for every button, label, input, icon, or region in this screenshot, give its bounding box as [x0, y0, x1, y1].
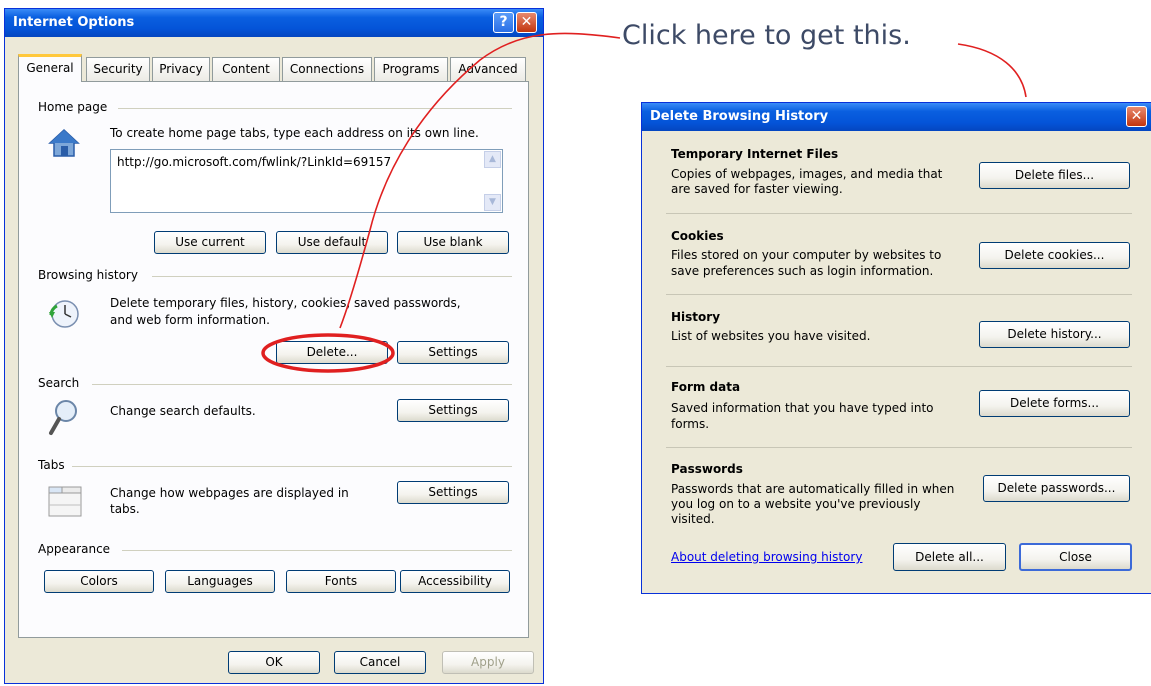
form-data-description-line1: Saved information that you have typed in… [671, 401, 934, 415]
languages-button[interactable]: Languages [165, 570, 275, 593]
home-page-url-text: http://go.microsoft.com/fwlink/?LinkId=6… [117, 155, 392, 169]
history-clock-icon [49, 300, 79, 328]
temp-files-description-line2: are saved for faster viewing. [671, 182, 843, 196]
passwords-description-line3: visited. [671, 512, 715, 526]
tabs-settings-button[interactable]: Settings [397, 481, 509, 504]
use-current-button[interactable]: Use current [154, 231, 266, 254]
temp-files-description-line1: Copies of webpages, images, and media th… [671, 167, 943, 181]
about-deleting-history-link[interactable]: About deleting browsing history [671, 550, 862, 564]
tab-label: Security [93, 62, 143, 76]
delete-dialog-title: Delete Browsing History [650, 109, 829, 124]
callout-text: Click here to get this. [622, 20, 911, 51]
tabs-window-icon [48, 486, 82, 517]
section-divider [666, 447, 1132, 448]
search-heading: Search [38, 376, 80, 390]
close-icon[interactable]: ✕ [1126, 106, 1147, 127]
browsing-history-heading: Browsing history [38, 268, 138, 282]
history-description-line1: List of websites you have visited. [671, 329, 871, 343]
form-data-description-line2: forms. [671, 417, 710, 431]
search-settings-button[interactable]: Settings [397, 399, 509, 422]
browsing-history-description-line2: and web form information. [110, 313, 270, 327]
tab-content[interactable]: Content [212, 57, 280, 81]
passwords-description-line2: you log on to a website you've previousl… [671, 497, 921, 511]
delete-files-button[interactable]: Delete files... [979, 162, 1130, 189]
home-icon [48, 128, 80, 157]
delete-cookies-button[interactable]: Delete cookies... [979, 242, 1130, 269]
tab-general[interactable]: General [18, 54, 82, 82]
passwords-description-line1: Passwords that are automatically filled … [671, 482, 955, 496]
red-highlight-ellipse [261, 333, 395, 373]
tab-advanced[interactable]: Advanced [450, 57, 526, 81]
colors-button[interactable]: Colors [44, 570, 154, 593]
group-divider [118, 108, 512, 109]
delete-forms-button[interactable]: Delete forms... [979, 390, 1130, 417]
tab-security[interactable]: Security [86, 57, 150, 81]
ok-button[interactable]: OK [228, 651, 320, 674]
tabs-description-line1: Change how webpages are displayed in [110, 486, 349, 500]
delete-passwords-button[interactable]: Delete passwords... [983, 475, 1130, 502]
tabs-description-line2: tabs. [110, 502, 140, 516]
tab-connections[interactable]: Connections [282, 57, 372, 81]
search-description: Change search defaults. [110, 404, 256, 418]
close-button[interactable]: Close [1019, 543, 1132, 571]
delete-dialog-titlebar[interactable]: Delete Browsing History ✕ [642, 103, 1151, 131]
home-page-url-field[interactable]: http://go.microsoft.com/fwlink/?LinkId=6… [110, 149, 503, 213]
group-divider [72, 466, 512, 467]
scrollbar-up-icon[interactable]: ▲ [484, 151, 501, 168]
scrollbar-down-icon[interactable]: ▼ [484, 194, 501, 211]
fonts-button[interactable]: Fonts [286, 570, 396, 593]
internet-options-titlebar[interactable]: Internet Options ? ✕ [5, 9, 543, 37]
apply-button[interactable]: Apply [442, 651, 534, 674]
appearance-heading: Appearance [38, 542, 111, 556]
close-icon[interactable]: ✕ [516, 12, 537, 33]
temp-files-heading: Temporary Internet Files [671, 147, 839, 161]
window-title: Internet Options [13, 15, 135, 30]
passwords-heading: Passwords [671, 462, 743, 476]
section-divider [666, 213, 1132, 214]
help-icon[interactable]: ? [493, 12, 514, 33]
cookies-description-line1: Files stored on your computer by website… [671, 248, 942, 262]
tabs-heading: Tabs [38, 458, 65, 472]
history-heading: History [671, 310, 721, 324]
browsing-history-description-line1: Delete temporary files, history, cookies… [110, 296, 461, 310]
home-page-description: To create home page tabs, type each addr… [110, 126, 479, 140]
delete-history-dialog-button[interactable]: Delete history... [979, 321, 1130, 348]
tab-label: Programs [382, 62, 440, 76]
tab-privacy[interactable]: Privacy [152, 57, 210, 81]
tab-programs[interactable]: Programs [374, 57, 448, 81]
use-blank-button[interactable]: Use blank [397, 231, 509, 254]
group-divider [152, 276, 512, 277]
accessibility-button[interactable]: Accessibility [400, 570, 510, 593]
tab-label: Privacy [159, 62, 203, 76]
cookies-description-line2: save preferences such as login informati… [671, 264, 934, 278]
cookies-heading: Cookies [671, 229, 724, 243]
delete-all-button[interactable]: Delete all... [893, 543, 1006, 571]
tab-label: General [26, 61, 74, 75]
browsing-history-settings-button[interactable]: Settings [397, 341, 509, 364]
use-default-button[interactable]: Use default [276, 231, 388, 254]
cancel-button[interactable]: Cancel [334, 651, 426, 674]
tab-label: Advanced [458, 62, 518, 76]
group-divider [122, 550, 512, 551]
magnifier-icon [49, 400, 77, 435]
form-data-heading: Form data [671, 380, 741, 394]
section-divider [666, 294, 1132, 295]
group-divider [92, 384, 512, 385]
home-page-heading: Home page [38, 100, 108, 114]
section-divider [666, 366, 1132, 367]
tab-label: Content [222, 62, 270, 76]
tab-label: Connections [289, 62, 365, 76]
